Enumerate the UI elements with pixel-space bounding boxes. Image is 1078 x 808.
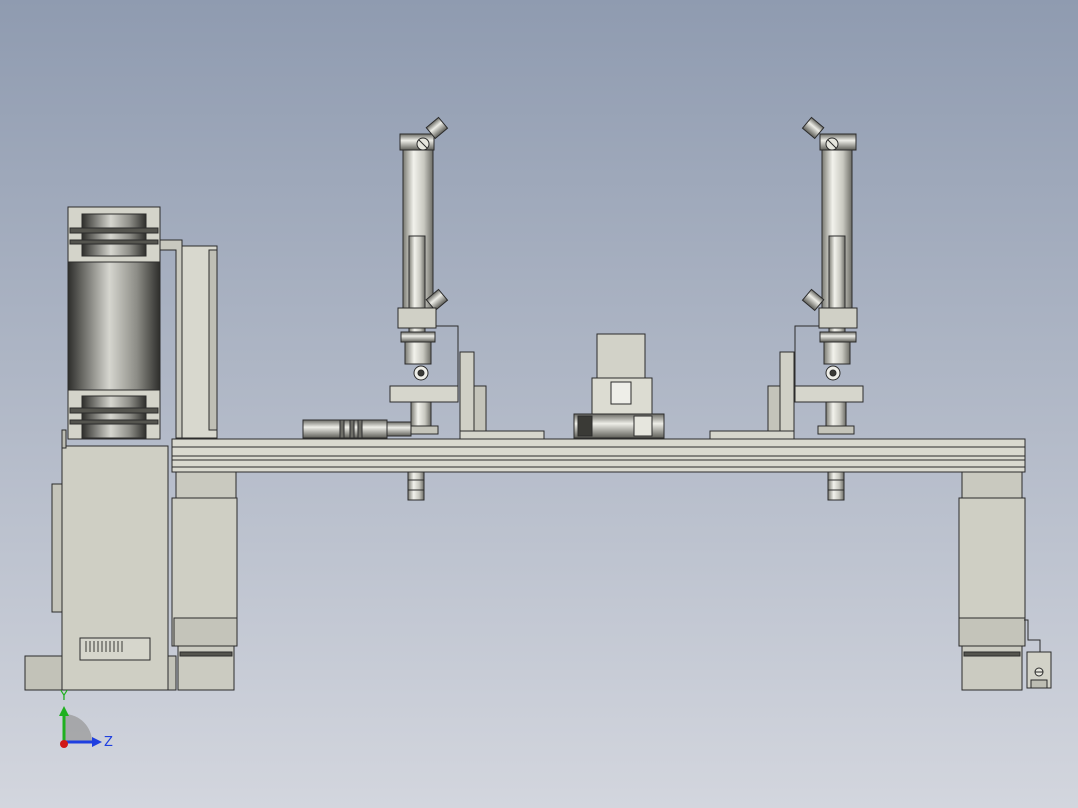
x-axis-dot: [60, 740, 68, 748]
z-axis-label: Z: [104, 735, 113, 750]
right-table-leg[interactable]: [958, 471, 1026, 691]
cad-viewport[interactable]: Y Z: [0, 0, 1078, 808]
assembly-drawing: Y Z: [0, 0, 1078, 808]
left-horizontal-cylinder[interactable]: [302, 419, 412, 439]
left-table-leg[interactable]: [171, 471, 238, 691]
main-table-beam[interactable]: [171, 438, 1026, 473]
y-axis-label: Y: [59, 689, 68, 704]
